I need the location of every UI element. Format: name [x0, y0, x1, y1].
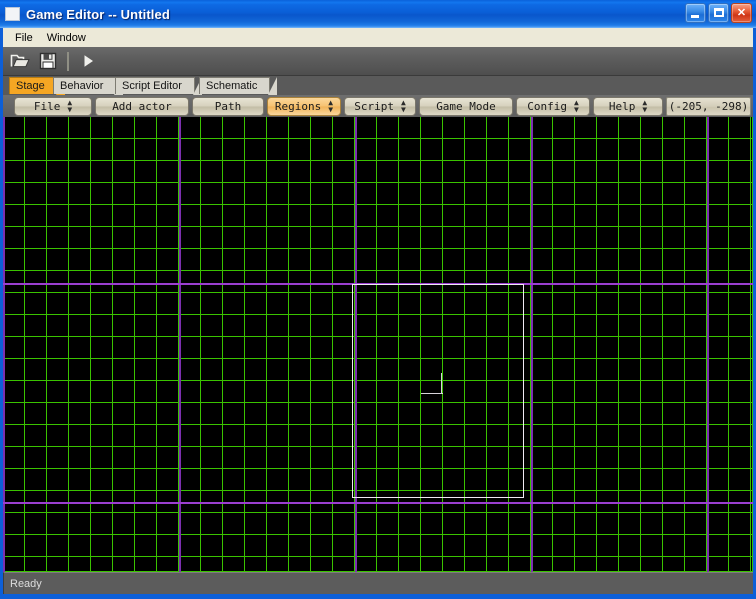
stage-button-config-label: Config: [527, 99, 567, 113]
open-folder-icon: [10, 54, 30, 68]
open-button[interactable]: [7, 49, 33, 73]
stage-button-script[interactable]: Script ▲ ▼: [344, 96, 416, 116]
menu-item-file[interactable]: File: [8, 30, 40, 46]
window-controls: ✕: [685, 3, 752, 23]
toolbar-separator: [67, 51, 69, 71]
app-window-icon: [5, 7, 20, 21]
stage-button-help[interactable]: Help ▲ ▼: [593, 96, 663, 116]
play-triangle-icon: [84, 55, 93, 67]
tab-schematic[interactable]: Schematic: [199, 77, 278, 95]
stage-button-config[interactable]: Config ▲ ▼: [516, 96, 590, 116]
minimize-icon: [691, 15, 699, 18]
spinner-icon: ▲ ▼: [67, 98, 73, 114]
menu-item-window[interactable]: Window: [40, 30, 93, 46]
editor-tabs: Stage Behavior Script Editor Schematic: [3, 76, 753, 95]
save-button[interactable]: [35, 49, 61, 73]
spinner-icon: ▲ ▼: [573, 98, 579, 114]
stage-button-path[interactable]: Path: [192, 96, 264, 116]
minimize-button[interactable]: [685, 3, 706, 23]
stage-button-regions[interactable]: Regions ▲ ▼: [267, 96, 341, 116]
close-icon: ✕: [736, 7, 747, 19]
spinner-icon: ▲ ▼: [642, 98, 648, 114]
title-bar[interactable]: Game Editor -- Untitled ✕: [0, 0, 756, 28]
menu-bar: File Window: [3, 28, 753, 47]
window-title: Game Editor -- Untitled: [26, 6, 170, 22]
spinner-icon: ▲ ▼: [328, 98, 334, 114]
status-message: Ready: [10, 577, 42, 590]
stage-button-add-actor-label: Add actor: [112, 99, 172, 113]
game-editor-window: Game Editor -- Untitled ✕ File Window St…: [0, 0, 756, 599]
stage-button-script-label: Script: [354, 99, 394, 113]
stage-button-game-mode-label: Game Mode: [436, 99, 496, 113]
stage-menu-bar: File ▲ ▼ Add actor Path Regions ▲ ▼ Script…: [3, 95, 753, 117]
run-button[interactable]: [75, 49, 101, 73]
window-frame-bottom: [0, 594, 756, 599]
stage-button-path-label: Path: [214, 99, 242, 113]
stage-button-file[interactable]: File ▲ ▼: [14, 96, 92, 116]
region-rectangle[interactable]: [352, 284, 524, 498]
floppy-disk-icon: [39, 52, 57, 70]
stage-button-add-actor[interactable]: Add actor: [95, 96, 189, 116]
close-button[interactable]: ✕: [731, 3, 752, 23]
origin-crosshair-vertical: [441, 373, 442, 394]
maximize-button[interactable]: [708, 3, 729, 23]
maximize-icon: [714, 8, 724, 17]
stage-button-file-label: File: [33, 99, 61, 113]
tab-stage[interactable]: Stage: [9, 77, 65, 95]
grid-major-horizontal: [3, 502, 753, 504]
stage-button-regions-label: Regions: [274, 99, 322, 113]
stage-canvas[interactable]: [3, 117, 753, 572]
spinner-icon: ▲ ▼: [400, 98, 406, 114]
status-bar: Ready: [3, 572, 753, 594]
stage-button-game-mode[interactable]: Game Mode: [419, 96, 513, 116]
tab-script-editor[interactable]: Script Editor: [115, 77, 202, 95]
main-toolbar: [3, 47, 753, 76]
stage-button-help-label: Help: [608, 99, 636, 113]
tab-behavior[interactable]: Behavior: [53, 77, 124, 95]
coordinate-display: (-205, -298): [666, 96, 751, 116]
origin-crosshair-horizontal: [421, 393, 443, 394]
